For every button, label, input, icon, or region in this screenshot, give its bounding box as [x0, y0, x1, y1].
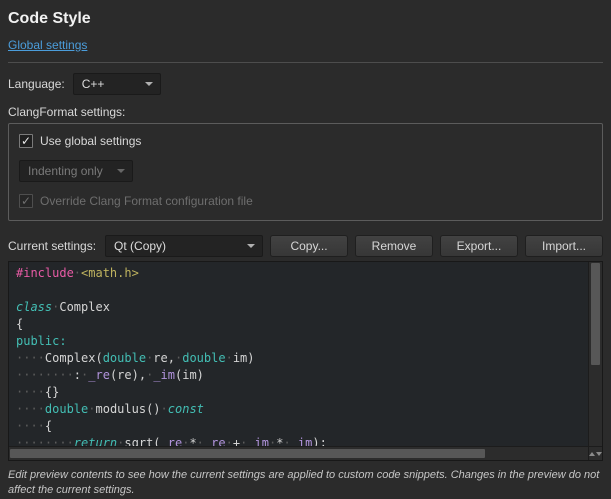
current-settings-row: Current settings: Qt (Copy) Copy... Remo… [8, 235, 603, 257]
scroll-up-icon [589, 452, 595, 456]
footer-note: Edit preview contents to see how the cur… [8, 468, 603, 499]
vertical-scrollbar-thumb[interactable] [591, 263, 600, 365]
code-editor-content[interactable]: #include·<math.h> class·Complex{public:·… [9, 262, 588, 446]
code-style-settings-page: Code Style Global settings Language: C++… [0, 0, 611, 498]
language-label: Language: [8, 77, 65, 91]
scroll-down-icon [596, 452, 602, 456]
chevron-down-icon [117, 169, 125, 173]
page-title: Code Style [8, 10, 603, 28]
formatting-mode-value: Indenting only [28, 164, 103, 178]
checkbox-box-icon [19, 194, 33, 208]
import-button[interactable]: Import... [525, 235, 603, 257]
use-global-settings-label: Use global settings [40, 134, 141, 148]
formatting-mode-select: Indenting only [19, 160, 133, 182]
scrollbar-corner [588, 446, 602, 460]
clangformat-settings-label: ClangFormat settings: [8, 105, 603, 119]
chevron-down-icon [145, 82, 153, 86]
current-settings-value: Qt (Copy) [114, 239, 166, 253]
current-settings-select[interactable]: Qt (Copy) [105, 235, 263, 257]
use-global-settings-checkbox[interactable]: Use global settings [19, 134, 592, 148]
override-clang-format-label: Override Clang Format configuration file [40, 194, 253, 208]
code-preview-editor[interactable]: #include·<math.h> class·Complex{public:·… [8, 261, 603, 461]
separator [8, 62, 603, 63]
checkbox-box-icon [19, 134, 33, 148]
clangformat-groupbox: Use global settings Indenting only Overr… [8, 123, 603, 221]
horizontal-scrollbar-thumb[interactable] [10, 449, 485, 458]
export-button[interactable]: Export... [440, 235, 518, 257]
copy-button[interactable]: Copy... [270, 235, 348, 257]
current-settings-label: Current settings: [8, 239, 96, 253]
override-clang-format-checkbox: Override Clang Format configuration file [19, 194, 592, 208]
language-select-value: C++ [82, 77, 105, 91]
remove-button[interactable]: Remove [355, 235, 433, 257]
chevron-down-icon [247, 244, 255, 248]
vertical-scrollbar[interactable] [588, 262, 602, 446]
global-settings-link[interactable]: Global settings [8, 38, 87, 52]
language-row: Language: C++ [8, 73, 603, 95]
language-select[interactable]: C++ [73, 73, 161, 95]
horizontal-scrollbar[interactable] [9, 446, 588, 460]
